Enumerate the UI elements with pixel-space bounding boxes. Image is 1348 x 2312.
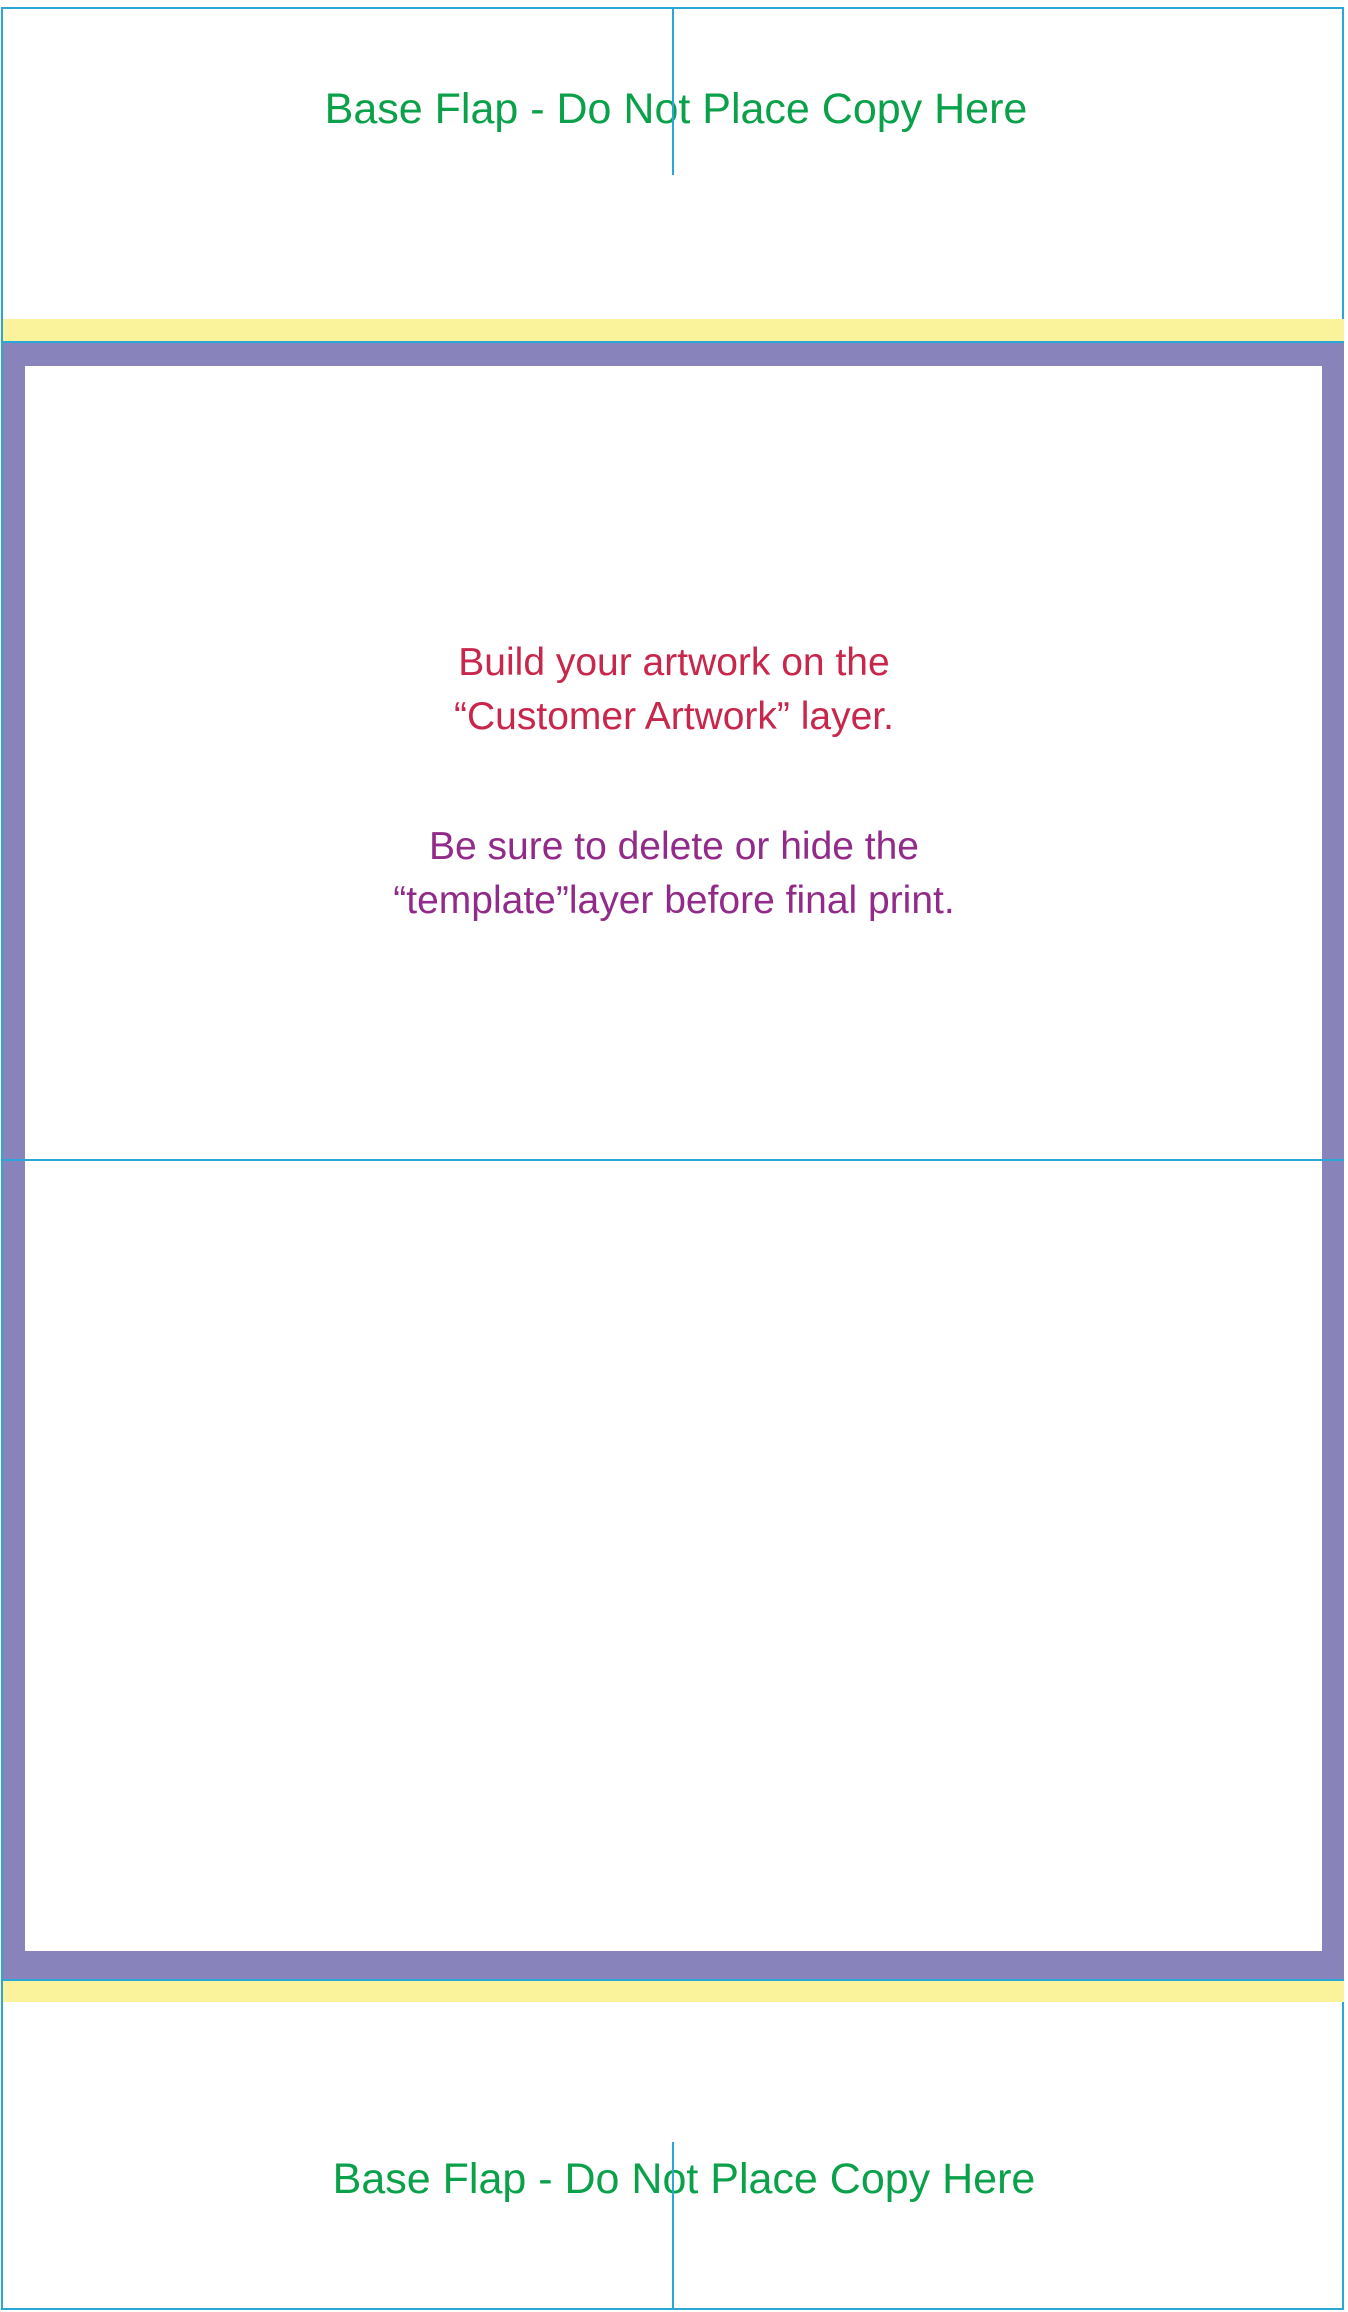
fold-guide-bottom bbox=[3, 1979, 1344, 1981]
fold-guide-top bbox=[3, 341, 1344, 343]
artwork-instruction-line-2: “Customer Artwork” layer. bbox=[454, 695, 894, 738]
template-instructions: Be sure to delete or hide the “template”… bbox=[0, 820, 1348, 928]
base-flap-label-bottom: Base Flap - Do Not Place Copy Here bbox=[332, 2155, 1036, 2203]
template-instruction-line-1: Be sure to delete or hide the bbox=[429, 825, 919, 868]
artwork-instruction-line-1: Build your artwork on the bbox=[458, 641, 890, 684]
base-flap-label-top: Base Flap - Do Not Place Copy Here bbox=[324, 85, 1028, 133]
template-instruction-line-2: “template”layer before final print. bbox=[393, 879, 955, 922]
bleed-band-top bbox=[3, 319, 1344, 342]
center-guide-top bbox=[672, 7, 674, 175]
bleed-band-bottom bbox=[3, 1979, 1344, 2002]
template-canvas: Base Flap - Do Not Place Copy Here Build… bbox=[0, 0, 1348, 2312]
artwork-instructions: Build your artwork on the “Customer Artw… bbox=[0, 636, 1348, 744]
fold-guide-middle bbox=[3, 1159, 1344, 1161]
center-guide-bottom bbox=[672, 2142, 674, 2310]
